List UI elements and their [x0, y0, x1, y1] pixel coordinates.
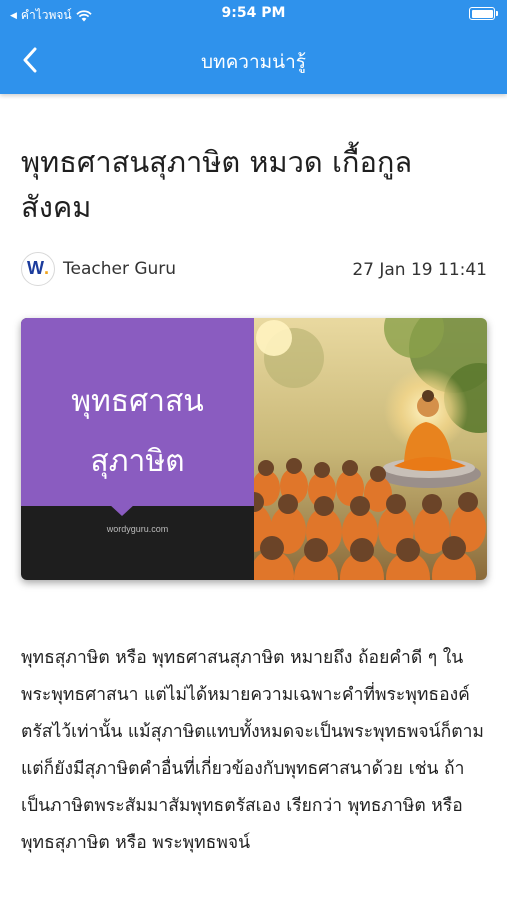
article-body: พุทธสุภาษิต หรือ พุทธศาสนสุภาษิต หมายถึง…: [21, 647, 484, 853]
avatar-letter: W: [26, 258, 44, 279]
cover-notch: [109, 503, 135, 516]
page-title: บทความน่ารู้: [200, 51, 307, 73]
author[interactable]: W. Teacher Guru: [21, 251, 177, 286]
status-time: 9:54 PM: [221, 5, 286, 21]
buddha-painting-art: [236, 317, 487, 580]
nav-bar: บทความน่ารู้: [0, 30, 507, 90]
article-title: พุทธศาสนสุภาษิต หมวด เกื้อกูล สังคม: [21, 145, 413, 224]
author-name: Teacher Guru: [63, 258, 177, 279]
cover-site-label: wordyguru.com: [106, 523, 169, 534]
avatar-dot: .: [43, 258, 49, 279]
publish-date: 27 Jan 19 11:41: [352, 259, 487, 280]
cover-title-line1: พุทธศาสน: [71, 383, 204, 419]
app-header: ◀ คำไวพจน์ 9:54 PM บทความน่ารู้: [0, 0, 507, 94]
article: พุทธศาสนสุภาษิต หมวด เกื้อกูล สังคม W. T…: [21, 94, 487, 862]
cover-image: พุทธศาสน สุภาษิต wordyguru.com: [21, 317, 487, 580]
article-meta: W. Teacher Guru 27 Jan 19 11:41: [21, 251, 487, 288]
avatar: W.: [21, 251, 55, 286]
cover-text-panel: พุทธศาสน สุภาษิต wordyguru.com: [21, 317, 254, 580]
battery-icon: [469, 7, 498, 20]
buddha-painting: [236, 317, 487, 580]
cover-title-line2: สุภาษิต: [90, 443, 185, 479]
status-bar: ◀ คำไวพจน์ 9:54 PM: [0, 0, 507, 28]
